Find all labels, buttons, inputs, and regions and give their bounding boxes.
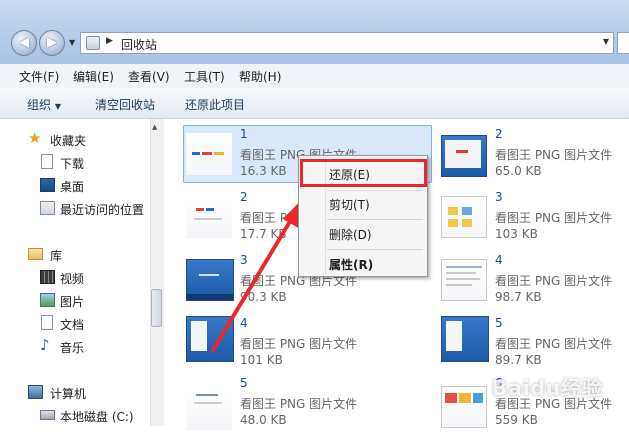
menu-tools[interactable]: 工具(T) <box>184 68 225 85</box>
menu-file[interactable]: 文件(F) <box>19 68 59 85</box>
file-item[interactable]: 5 看图王 PNG 图片文件 48.0 KB <box>186 376 434 434</box>
menu-item-cut[interactable]: 剪切(T) <box>329 196 370 213</box>
file-name: 1 <box>240 127 248 141</box>
file-name: 2 <box>240 190 248 204</box>
menu-bar: 文件(F) 编辑(E) 查看(V) 工具(T) 帮助(H) <box>0 64 629 89</box>
recent-pages-dropdown-icon[interactable]: ▼ <box>69 38 79 48</box>
star-icon: ★ <box>28 129 42 147</box>
empty-recycle-bin-button[interactable]: 清空回收站 <box>95 96 155 113</box>
sidebar-item-label: 音乐 <box>60 341 85 355</box>
nav-scrollbar[interactable] <box>150 119 164 426</box>
sidebar-item-label: 库 <box>50 249 63 263</box>
file-size: 98.7 KB <box>495 290 542 304</box>
image-thumbnail <box>441 316 489 362</box>
file-type: 看图王 PNG 图片文件 <box>495 274 613 288</box>
library-icon <box>28 248 43 260</box>
recent-places-icon <box>40 201 55 215</box>
search-box[interactable] <box>617 32 629 54</box>
file-size: 17.7 KB <box>240 227 287 241</box>
folder-icon <box>41 154 53 169</box>
file-type: 看图王 PNG 图片文件 <box>495 337 613 351</box>
image-thumbnail <box>441 386 487 428</box>
image-thumbnail <box>186 316 234 362</box>
address-path[interactable]: 回收站 <box>121 36 157 53</box>
file-name: 2 <box>495 127 503 141</box>
hard-disk-icon <box>40 410 55 420</box>
image-thumbnail <box>186 196 232 238</box>
nav-scrollbar-thumb[interactable] <box>151 289 162 327</box>
sidebar-item-label: 下载 <box>60 157 85 171</box>
menu-view[interactable]: 查看(V) <box>128 68 170 85</box>
file-name: 3 <box>495 190 503 204</box>
file-item[interactable]: 2 看图王 PNG 图片文件 65.0 KB <box>441 127 629 185</box>
image-thumbnail <box>186 133 232 175</box>
organize-label: 组织 <box>27 98 52 112</box>
music-icon: ♪ <box>40 336 50 354</box>
image-thumbnail <box>441 135 487 177</box>
menu-separator <box>327 219 423 220</box>
menu-item-properties[interactable]: 属性(R) <box>329 256 373 273</box>
watermark: Baidu经验 <box>492 376 604 400</box>
sidebar-item-label: 桌面 <box>60 180 85 194</box>
image-thumbnail <box>441 196 487 238</box>
file-size: 48.0 KB <box>240 413 287 427</box>
sidebar-item-label: 计算机 <box>50 387 87 401</box>
file-name: 3 <box>240 253 248 267</box>
command-bar: 组织 ▼ 清空回收站 还原此项目 <box>0 88 629 119</box>
restore-all-button[interactable]: 还原此项目 <box>185 96 245 113</box>
file-size: 65.0 KB <box>495 164 542 178</box>
sidebar-item-label: 图片 <box>60 295 85 309</box>
sidebar-item-label: 视频 <box>60 272 85 286</box>
file-item[interactable]: 5 看图王 PNG 图片文件 89.7 KB <box>441 316 629 374</box>
breadcrumb-arrow-icon[interactable]: ▶ <box>106 36 113 46</box>
file-item[interactable]: 3 看图王 PNG 图片文件 103 KB <box>441 190 629 248</box>
file-type: 看图王 PNG 图片文件 <box>495 211 613 225</box>
video-icon <box>40 270 55 284</box>
document-icon <box>41 315 53 330</box>
chevron-down-icon: ▼ <box>54 102 61 111</box>
menu-separator <box>327 249 423 250</box>
sidebar-item-label: 文档 <box>60 318 85 332</box>
file-size: 101 KB <box>240 353 283 367</box>
file-size: 103 KB <box>495 227 538 241</box>
image-thumbnail <box>186 259 234 301</box>
file-type: 看图王 PNG 图片文件 <box>240 337 358 351</box>
computer-icon <box>28 385 43 399</box>
sidebar-item-label: 收藏夹 <box>50 134 87 148</box>
organize-button[interactable]: 组织 ▼ <box>27 96 61 113</box>
file-size: 89.7 KB <box>495 353 542 367</box>
file-item[interactable]: 4 看图王 PNG 图片文件 98.7 KB <box>441 253 629 311</box>
file-name: 5 <box>240 376 248 390</box>
menu-separator <box>327 190 423 191</box>
menu-item-delete[interactable]: 删除(D) <box>329 226 372 243</box>
back-button[interactable]: ◀ <box>11 30 37 56</box>
file-item[interactable]: 4 看图王 PNG 图片文件 101 KB <box>186 316 434 374</box>
forward-button[interactable]: ▶ <box>39 30 65 56</box>
menu-edit[interactable]: 编辑(E) <box>73 68 114 85</box>
highlight-box <box>300 159 427 187</box>
menu-help[interactable]: 帮助(H) <box>239 68 281 85</box>
file-size: 559 KB <box>495 413 538 427</box>
recycle-bin-icon <box>86 36 100 50</box>
image-thumbnail <box>441 259 487 301</box>
sidebar-item-label: 本地磁盘 (C:) <box>60 410 134 424</box>
sidebar-item-label: 最近访问的位置 <box>60 203 145 217</box>
address-bar[interactable]: ▶ 回收站 ▼ <box>80 32 614 54</box>
scroll-up-icon[interactable]: ▲ <box>152 123 157 131</box>
image-thumbnail <box>186 388 232 430</box>
file-size: 90.3 KB <box>240 290 287 304</box>
file-name: 4 <box>495 253 503 267</box>
file-type: 看图王 PNG 图片文件 <box>495 148 613 162</box>
file-size: 16.3 KB <box>240 164 287 178</box>
desktop-icon <box>40 178 55 192</box>
address-dropdown-icon[interactable]: ▼ <box>603 37 609 46</box>
file-name: 5 <box>495 316 503 330</box>
picture-icon <box>40 293 55 307</box>
file-name: 4 <box>240 316 248 330</box>
file-type: 看图王 PNG 图片文件 <box>240 397 358 411</box>
